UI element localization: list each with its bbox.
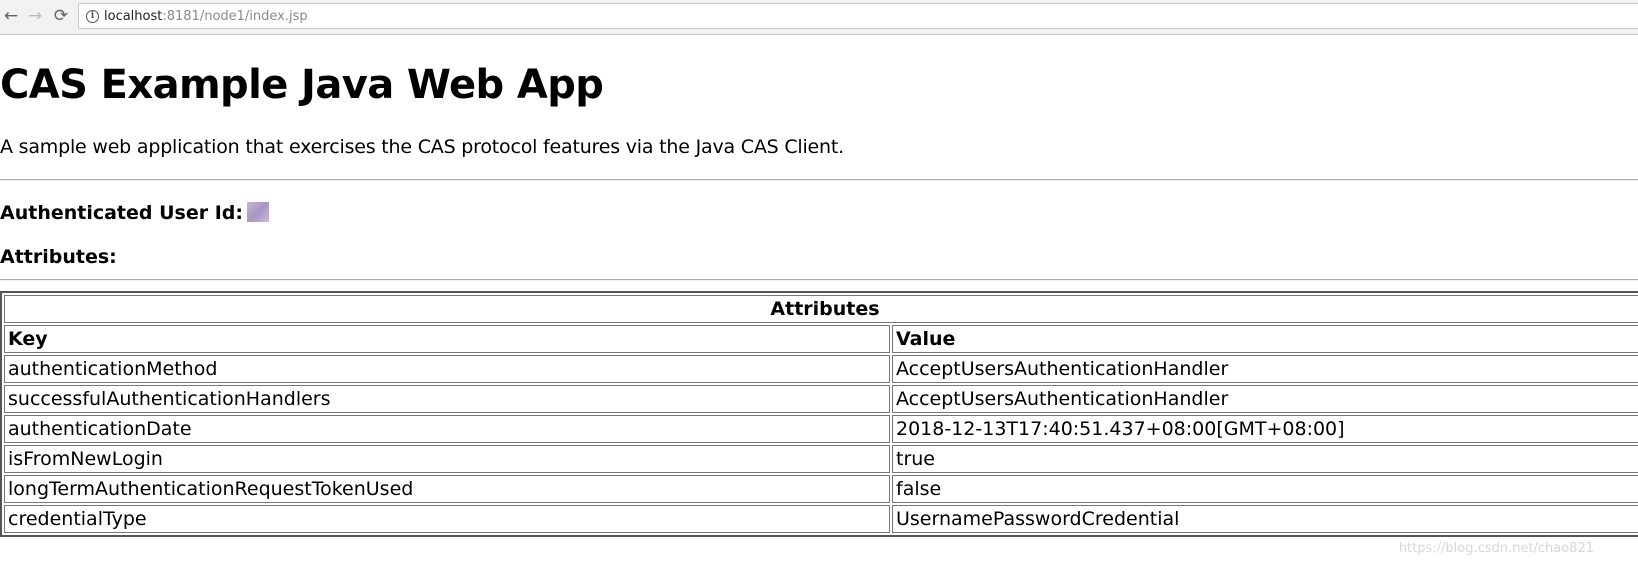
page-description: A sample web application that exercises … bbox=[0, 136, 844, 158]
attributes-heading: Attributes: bbox=[0, 246, 117, 268]
attribute-value: AcceptUsersAuthenticationHandler bbox=[892, 385, 1638, 413]
reload-icon[interactable]: ⟳ bbox=[50, 5, 72, 27]
attribute-key: longTermAuthenticationRequestTokenUsed bbox=[4, 475, 890, 503]
table-row: isFromNewLogin true bbox=[4, 445, 1638, 473]
attribute-key: authenticationMethod bbox=[4, 355, 890, 383]
column-header-key: Key bbox=[4, 325, 890, 353]
table-row: authenticationDate 2018-12-13T17:40:51.4… bbox=[4, 415, 1638, 443]
authenticated-user-row: Authenticated User Id: bbox=[0, 202, 269, 224]
redacted-user-id bbox=[247, 202, 269, 222]
attribute-value: UsernamePasswordCredential bbox=[892, 505, 1638, 533]
attribute-value: true bbox=[892, 445, 1638, 473]
authenticated-user-label: Authenticated User Id: bbox=[0, 202, 243, 224]
attribute-key: isFromNewLogin bbox=[4, 445, 890, 473]
attribute-value: false bbox=[892, 475, 1638, 503]
attributes-table-wrapper: Attributes Key Value authenticationMetho… bbox=[0, 291, 1638, 537]
back-arrow-icon[interactable]: ← bbox=[0, 5, 22, 27]
table-row: longTermAuthenticationRequestTokenUsed f… bbox=[4, 475, 1638, 503]
table-caption-row: Attributes bbox=[4, 295, 1638, 323]
table-row: credentialType UsernamePasswordCredentia… bbox=[4, 505, 1638, 533]
watermark: https://blog.csdn.net/chao821 bbox=[1398, 541, 1594, 556]
divider bbox=[0, 279, 1638, 281]
page-title: CAS Example Java Web App bbox=[0, 62, 604, 108]
divider bbox=[0, 179, 1638, 181]
browser-toolbar: ← → ⟳ i localhost:8181/node1/index.jsp bbox=[0, 0, 1638, 35]
address-bar[interactable]: i localhost:8181/node1/index.jsp bbox=[78, 3, 1638, 29]
table-row: successfulAuthenticationHandlers AcceptU… bbox=[4, 385, 1638, 413]
table-caption: Attributes bbox=[4, 295, 1638, 323]
url-path: :8181/node1/index.jsp bbox=[162, 8, 308, 24]
info-icon[interactable]: i bbox=[86, 9, 99, 23]
column-header-value: Value bbox=[892, 325, 1638, 353]
url-text: localhost:8181/node1/index.jsp bbox=[104, 9, 308, 24]
url-host: localhost bbox=[104, 8, 163, 24]
attribute-key: authenticationDate bbox=[4, 415, 890, 443]
attribute-value: 2018-12-13T17:40:51.437+08:00[GMT+08:00] bbox=[892, 415, 1638, 443]
attribute-key: credentialType bbox=[4, 505, 890, 533]
forward-arrow-icon[interactable]: → bbox=[24, 5, 46, 27]
table-row: authenticationMethod AcceptUsersAuthenti… bbox=[4, 355, 1638, 383]
attribute-value: AcceptUsersAuthenticationHandler bbox=[892, 355, 1638, 383]
table-header-row: Key Value bbox=[4, 325, 1638, 353]
attribute-key: successfulAuthenticationHandlers bbox=[4, 385, 890, 413]
attributes-table: Attributes Key Value authenticationMetho… bbox=[0, 291, 1638, 537]
